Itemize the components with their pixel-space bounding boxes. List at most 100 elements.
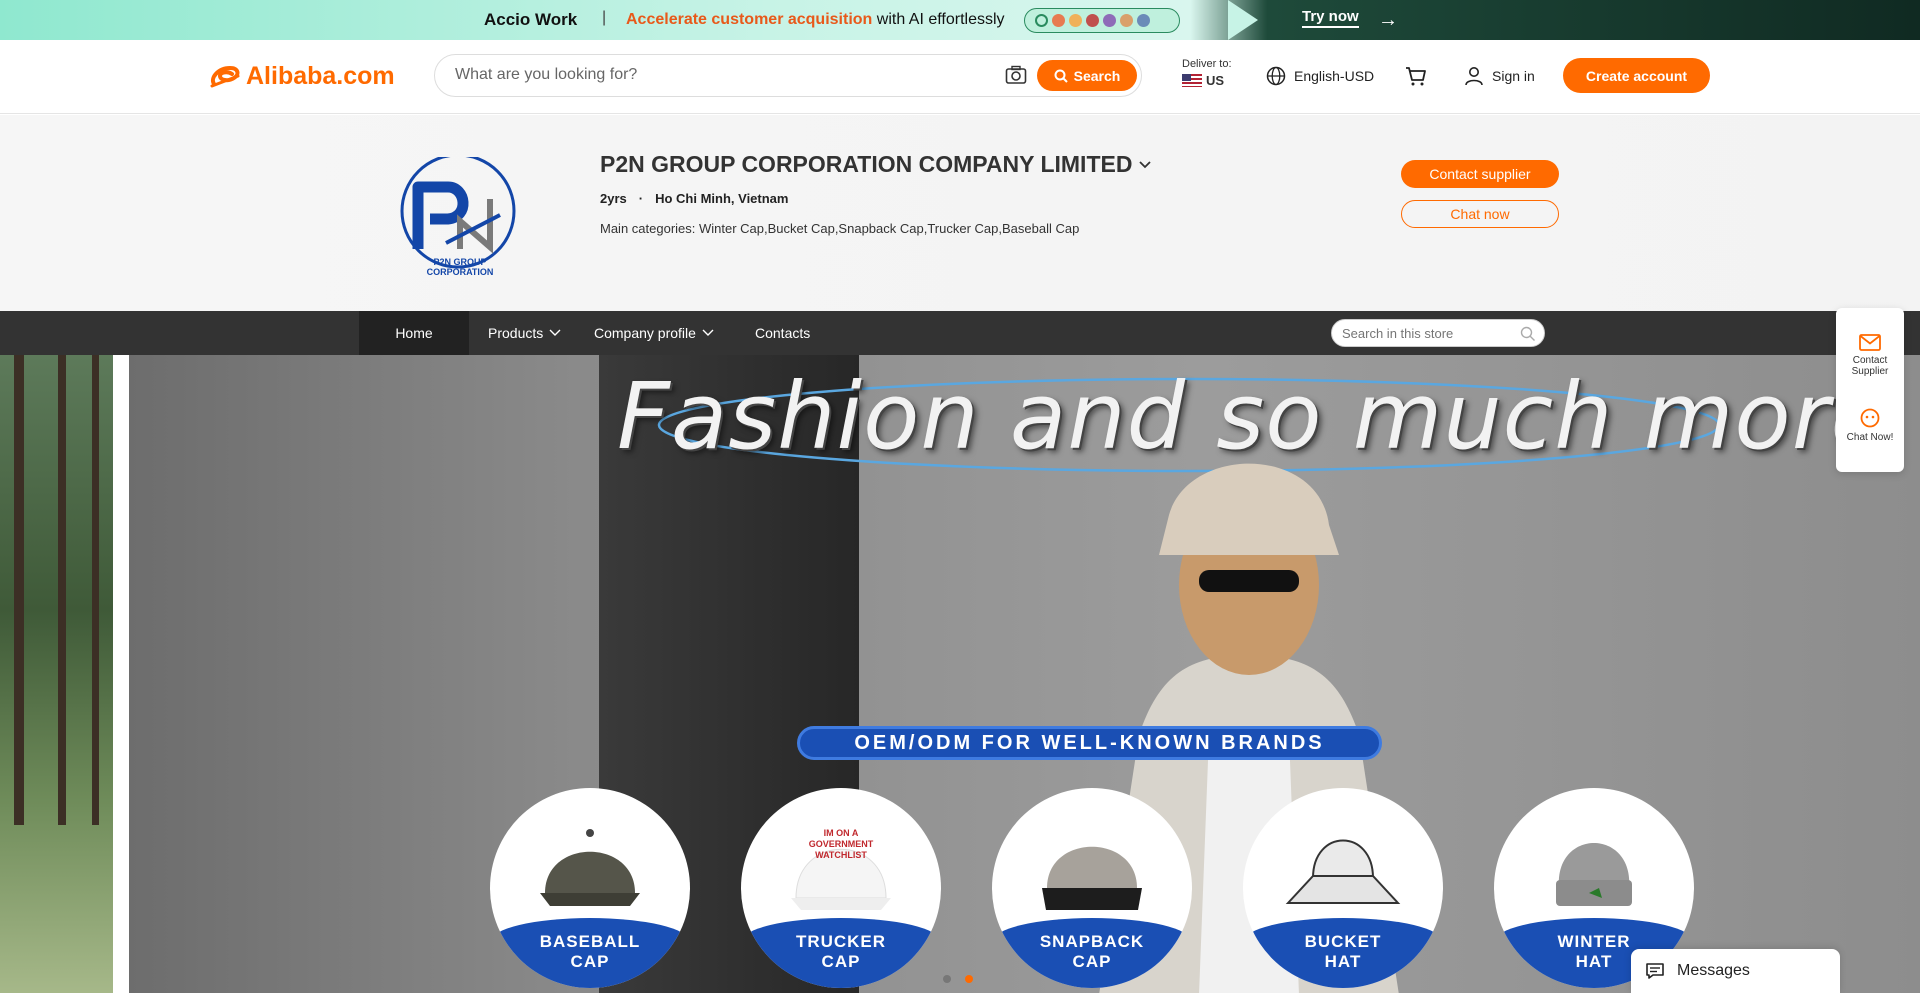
search-button-label: Search [1073,67,1121,84]
create-account-button[interactable]: Create account [1563,58,1710,93]
baseball-cap-image [540,829,640,906]
company-location: Ho Chi Minh, Vietnam [655,191,789,206]
language-selector[interactable]: English-USD [1266,66,1374,86]
language-label: English-USD [1294,68,1375,84]
promo-avatars [1024,8,1180,33]
snapback-cap-image [1042,846,1142,910]
chat-now-button[interactable]: Chat now [1401,200,1559,228]
tree-trunk [58,355,66,825]
cap-card-baseball[interactable]: BASEBALL CAP [490,788,690,993]
company-name-text: P2N GROUP CORPORATION COMPANY LIMITED [600,151,1133,177]
search-input[interactable] [455,66,975,84]
side-contact-widget: Contact Supplier Chat Now! [1836,308,1904,472]
cap-label: TRUCKER CAP [795,932,887,971]
carousel-dot-active[interactable] [965,975,973,983]
carousel-dots [943,975,973,983]
site-header: Alibaba.com Search Deliver to: US [0,40,1920,114]
store-nav-contacts[interactable]: Contacts [755,311,810,355]
try-now-link[interactable]: Try now [1302,8,1359,28]
contact-supplier-button[interactable]: Contact supplier [1401,160,1559,188]
oem-badge: OEM/ODM FOR WELL-KNOWN BRANDS [797,726,1382,760]
search-icon[interactable] [1520,326,1536,342]
cap-card-bucket[interactable]: BUCKET HAT [1243,788,1443,993]
store-nav-label: Company profile [594,325,696,341]
tree-trunk [92,355,99,825]
company-categories: Main categories: Winter Cap,Bucket Cap,S… [600,221,1080,236]
company-name[interactable]: P2N GROUP CORPORATION COMPANY LIMITED [600,151,1152,178]
message-icon [1646,963,1664,979]
supplier-logo[interactable]: P2N GROUP CORPORATION [396,153,524,277]
promo-highlight: Accelerate customer acquisition [626,11,873,28]
search-button[interactable]: Search [1037,60,1137,91]
store-nav-label: Products [488,325,544,341]
envelope-icon [1859,334,1881,351]
messages-label: Messages [1677,962,1750,979]
store-search-input[interactable] [1342,326,1512,341]
side-contact-label: Contact Supplier [1851,355,1889,377]
cap-label: BASEBALL CAP [539,932,641,971]
promo-brand: Accio Work [484,10,578,29]
cap-label: SNAPBACK CAP [1039,932,1145,971]
avatar-icon [1052,14,1065,27]
globe-icon [1266,66,1286,86]
store-nav-company-profile[interactable]: Company profile [594,311,714,355]
promo-banner[interactable]: Accio Work | Accelerate customer acquisi… [0,0,1920,40]
search-icon [1054,69,1068,83]
avatar-icon [1137,14,1150,27]
side-chat-label: Chat Now! [1846,432,1894,443]
supplier-logo-caption: P2N GROUP CORPORATION [426,257,494,277]
side-chat-now[interactable]: Chat Now! [1836,408,1904,443]
chevron-down-icon [1139,160,1152,168]
p2n-logo-icon [400,153,516,269]
cap-card-trucker[interactable]: IM ON A GOVERNMENT WATCHLIST TRUCKER CAP [741,788,941,993]
promo-arrow-shape [1228,0,1258,40]
logo-text: Alibaba.com [246,62,395,90]
chat-bubble-icon [1860,408,1880,428]
user-icon [1465,67,1483,86]
deliver-country: US [1206,73,1225,88]
cart-icon[interactable] [1404,64,1428,88]
bucket-hat-image [1285,839,1401,904]
cap-label: BUCKET HAT [1304,932,1382,971]
alibaba-logo-mark-icon [210,65,240,87]
cap-circle: IM ON A GOVERNMENT WATCHLIST TRUCKER CAP [741,788,941,988]
meta-dot: · [638,191,644,206]
camera-icon[interactable] [1005,65,1027,85]
hero-slogan: Fashion and so much more [617,363,1889,470]
trucker-cap-print: IM ON A GOVERNMENT WATCHLIST [808,828,874,860]
cap-circle: SNAPBACK CAP [992,788,1192,988]
sign-in-label: Sign in [1492,68,1535,84]
cap-circle: BASEBALL CAP [490,788,690,988]
avatar-icon [1120,14,1133,27]
hero-banner[interactable]: Fashion and so much more OEM/ODM FOR WEL… [0,355,1920,993]
store-nav-label: Contacts [755,325,811,341]
chevron-down-icon [702,329,714,336]
avatar-icon [1086,14,1099,27]
store-nav-home[interactable]: Home [359,311,469,355]
sign-in-link[interactable]: Sign in [1464,66,1535,86]
us-flag-icon [1182,74,1202,87]
store-nav: Home Products Company profile Contacts [0,311,1920,355]
cap-card-snapback[interactable]: SNAPBACK CAP [992,788,1192,993]
store-nav-label: Home [395,325,433,341]
messages-panel[interactable]: Messages [1631,949,1840,993]
carousel-dot[interactable] [943,975,951,983]
deliver-country-row: US [1182,73,1232,88]
cap-circle: BUCKET HAT [1243,788,1443,988]
alibaba-logo[interactable]: Alibaba.com [208,62,395,91]
accio-icon [1035,14,1048,27]
side-contact-supplier[interactable]: Contact Supplier [1836,334,1904,377]
supplier-header: P2N GROUP CORPORATION P2N GROUP CORPORAT… [0,115,1920,311]
chevron-down-icon [549,329,561,336]
company-meta: 2yrs · Ho Chi Minh, Vietnam [600,191,788,206]
promo-text: Accelerate customer acquisition with AI … [626,11,1005,29]
store-nav-products[interactable]: Products [488,311,561,355]
promo-rest: with AI effortlessly [872,11,1005,28]
deliver-to[interactable]: Deliver to: US [1182,58,1232,88]
hero-prev-slide [0,355,113,993]
winter-hat-image [1556,843,1632,906]
company-years: 2yrs [600,191,627,206]
hero-gap [113,355,129,993]
arrow-right-icon[interactable]: → [1378,9,1398,32]
avatar-icon [1103,14,1116,27]
